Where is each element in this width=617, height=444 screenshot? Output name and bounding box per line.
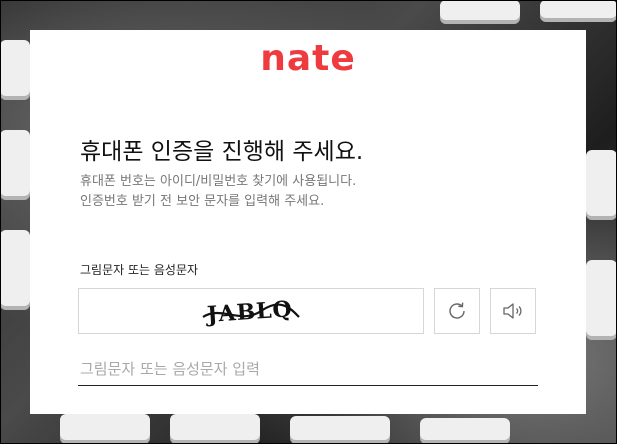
- keyboard-key: [440, 0, 520, 24]
- verification-card: nate 휴대폰 인증을 진행해 주세요. 휴대폰 번호는 아이디/비밀번호 찾…: [30, 30, 586, 414]
- keyboard-key: [60, 414, 150, 444]
- keyboard-key: [420, 418, 510, 444]
- keyboard-key: [0, 40, 30, 100]
- nate-logo: nate: [260, 38, 356, 79]
- captcha-label: 그림문자 또는 음성문자: [80, 263, 199, 277]
- keyboard-key: [170, 414, 260, 444]
- keyboard-key: [0, 130, 30, 200]
- captcha-input[interactable]: [78, 352, 538, 386]
- keyboard-key: [586, 150, 617, 220]
- keyboard-key: [586, 260, 617, 340]
- captcha-image: JABLQ: [202, 296, 300, 328]
- keyboard-key: [0, 230, 30, 310]
- page-description: 휴대폰 번호는 아이디/비밀번호 찾기에 사용됩니다. 인증번호 받기 전 보안…: [80, 172, 356, 212]
- refresh-icon: [449, 302, 465, 319]
- description-line-1: 휴대폰 번호는 아이디/비밀번호 찾기에 사용됩니다.: [80, 174, 357, 189]
- captcha-audio-button[interactable]: [490, 288, 536, 334]
- captcha-refresh-button[interactable]: [434, 288, 480, 334]
- description-line-2: 인증번호 받기 전 보안 문자를 입력해 주세요.: [80, 194, 325, 209]
- keyboard-key: [290, 416, 390, 444]
- page-title: 휴대폰 인증을 진행해 주세요.: [80, 139, 364, 165]
- keyboard-key: [540, 0, 617, 22]
- captcha-image-box: JABLQ: [78, 288, 424, 334]
- speaker-icon: [503, 303, 522, 319]
